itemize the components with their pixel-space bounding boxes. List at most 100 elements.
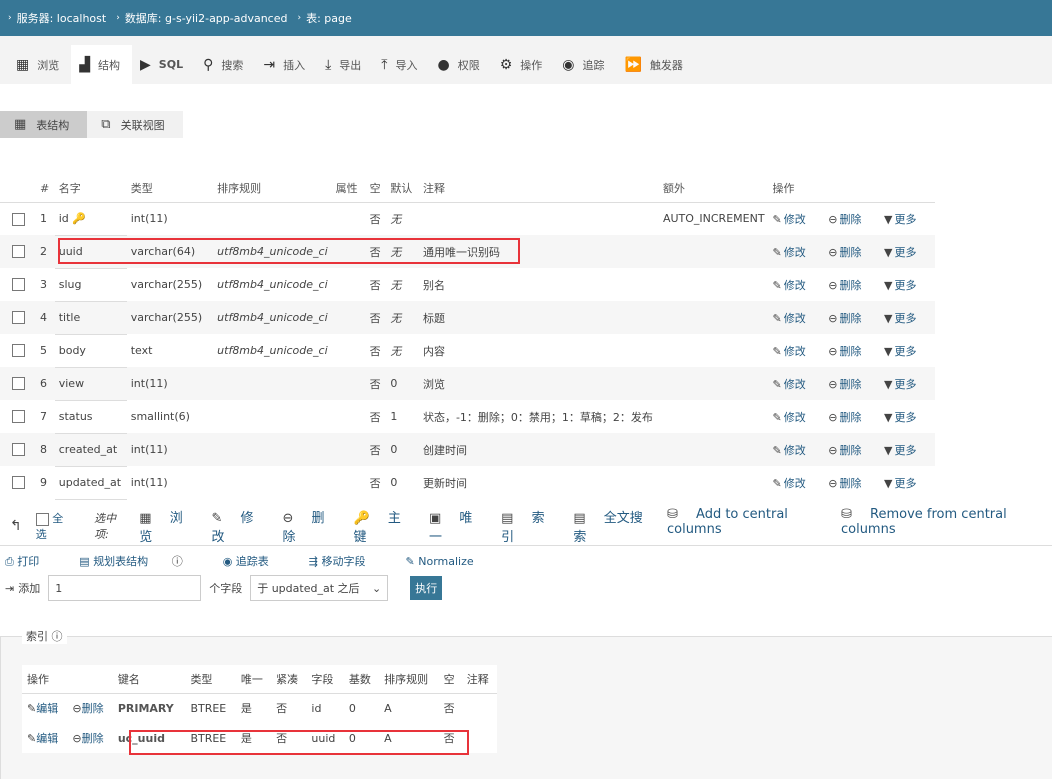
move-columns-button[interactable]: ⇶ 移动字段 [309, 553, 386, 569]
column-header: 排序规则 [213, 175, 332, 203]
go-button[interactable]: 执行 [410, 576, 443, 600]
column-header: 默认 [386, 175, 419, 203]
edit-button[interactable]: ✎ 修改 [773, 444, 806, 457]
row-checkbox[interactable] [12, 278, 25, 292]
table-row: 9 updated_at int(11) 否 0 更新时间 ✎ 修改 ⊖ 删除 ▼ 更… [0, 466, 935, 500]
row-checkbox[interactable] [12, 410, 25, 424]
bulk-action[interactable]: ⛁ Remove from central columns [841, 507, 1038, 545]
pencil-icon: ✎ [772, 410, 782, 424]
bulk-action[interactable]: ⛁ Add to central columns [667, 507, 827, 545]
position-select[interactable]: 于 updated_at 之后 ⌄ [250, 575, 389, 601]
more-button[interactable]: ▼ 更多 [884, 312, 916, 325]
bulk-action[interactable]: 🔑 主键 [354, 507, 415, 545]
breadcrumb-table[interactable]: 表: page [306, 10, 352, 26]
drop-button[interactable]: ⊖ 删除 [828, 312, 861, 325]
edit-index-button[interactable]: ✎编辑 [27, 732, 58, 745]
pencil-icon: ✎ [772, 245, 782, 259]
minus-circle-icon: ⊖ [828, 410, 838, 424]
column-count-input[interactable]: 1 [48, 575, 202, 601]
bulk-action-icon: ⛁ [666, 507, 678, 522]
tab-export[interactable]: ⤓ 导出 [317, 45, 373, 84]
minus-circle-icon: ⊖ [828, 212, 838, 226]
row-checkbox[interactable] [12, 311, 25, 325]
index-row: ✎编辑 ⊖删除 PRIMARY BTREE 是 否 id 0A 否 [27, 701, 455, 716]
breadcrumb-server[interactable]: 服务器: localhost [17, 10, 107, 26]
tab-user[interactable]: ● 权限 [430, 45, 492, 84]
info-icon: ⓘ [171, 555, 183, 568]
breadcrumb-database[interactable]: 数据库: g-s-yii2-app-advanced [125, 10, 288, 26]
drop-button[interactable]: ⊖ 删除 [828, 444, 861, 457]
check-all[interactable]: 全选 [35, 510, 80, 542]
more-button[interactable]: ▼ 更多 [884, 411, 916, 424]
bulk-action[interactable]: ▤ 全文搜索 [573, 507, 653, 545]
edit-button[interactable]: ✎ 修改 [773, 411, 806, 424]
more-button[interactable]: ▼ 更多 [884, 279, 916, 292]
minus-circle-icon: ⊖ [828, 377, 838, 391]
edit-button[interactable]: ✎ 修改 [773, 345, 806, 358]
tab-browse[interactable]: ▦ 浏览 [8, 45, 71, 84]
index-column-header: 紧凑 [271, 665, 307, 694]
tab-trigger[interactable]: ⏩ 触发器 [617, 45, 695, 84]
tab-gear[interactable]: ⚙ 操作 [492, 45, 555, 84]
tab-search[interactable]: ⚲ 搜索 [195, 45, 255, 84]
chevron-right-icon: › [8, 13, 12, 23]
bulk-action[interactable]: ⊖ 删除 [282, 507, 339, 545]
drop-index-button[interactable]: ⊖删除 [72, 732, 103, 745]
drop-button[interactable]: ⊖ 删除 [828, 345, 861, 358]
more-button[interactable]: ▼ 更多 [884, 477, 916, 490]
more-button[interactable]: ▼ 更多 [884, 378, 916, 391]
drop-button[interactable]: ⊖ 删除 [828, 213, 861, 226]
bulk-action[interactable]: ▣ 唯一 [429, 507, 487, 545]
drop-button[interactable]: ⊖ 删除 [828, 279, 861, 292]
caret-down-icon: ▼ [884, 476, 893, 490]
subtab-table-structure[interactable]: ▦ 表结构 [0, 111, 88, 138]
row-checkbox[interactable] [12, 212, 25, 226]
subtab-relation-view[interactable]: ⧉ 关联视图 [87, 111, 183, 138]
bulk-action[interactable]: ▦ 浏览 [139, 507, 197, 545]
tab-import[interactable]: ⤒ 导入 [373, 45, 429, 84]
column-name: id [58, 212, 69, 225]
bulk-action[interactable]: ✎ 修改 [211, 507, 268, 545]
more-button[interactable]: ▼ 更多 [884, 213, 916, 226]
edit-button[interactable]: ✎ 修改 [773, 477, 806, 490]
bulk-action[interactable]: ▤ 索引 [501, 507, 559, 545]
drop-button[interactable]: ⊖ 删除 [828, 246, 861, 259]
drop-button[interactable]: ⊖ 删除 [828, 411, 861, 424]
edit-button[interactable]: ✎ 修改 [773, 213, 806, 226]
tab-sql[interactable]: ▶ SQL [132, 45, 195, 84]
caret-down-icon: ▼ [884, 212, 893, 226]
tab-insert[interactable]: ⇥ 插入 [255, 45, 317, 84]
drop-button[interactable]: ⊖ 删除 [828, 477, 861, 490]
table-row: 7 status smallint(6) 否 1 状态，-1：删除；0：禁用；1… [0, 400, 935, 434]
edit-index-button[interactable]: ✎编辑 [27, 702, 58, 715]
tools-row: ⎙ 打印 ▤ 规划表结构 ⓘ ◉ 追踪表 ⇶ 移动字段 ✎ Normalize [5, 552, 514, 570]
print-button[interactable]: ⎙ 打印 [5, 553, 59, 569]
index-column-header: 键名 [112, 665, 186, 694]
index-column-header [67, 665, 113, 694]
drop-button[interactable]: ⊖ 删除 [828, 378, 861, 391]
row-checkbox[interactable] [12, 476, 25, 490]
column-name: status [58, 410, 93, 423]
edit-button[interactable]: ✎ 修改 [773, 246, 806, 259]
row-checkbox[interactable] [12, 443, 25, 457]
structure-icon: ▟ [79, 56, 91, 73]
edit-button[interactable]: ✎ 修改 [773, 312, 806, 325]
row-checkbox[interactable] [12, 377, 25, 391]
edit-button[interactable]: ✎ 修改 [773, 279, 806, 292]
normalize-button[interactable]: ✎ Normalize [406, 555, 494, 568]
tab-structure[interactable]: ▟ 结构 [71, 45, 133, 84]
search-icon: ⚲ [203, 56, 214, 73]
more-button[interactable]: ▼ 更多 [884, 246, 916, 259]
table-row: 4 title varchar(255) utf8mb4_unicode_ci … [0, 301, 935, 335]
row-checkbox[interactable] [12, 344, 25, 358]
more-button[interactable]: ▼ 更多 [884, 444, 916, 457]
edit-button[interactable]: ✎ 修改 [773, 378, 806, 391]
propose-structure-button[interactable]: ▤ 规划表结构 ⓘ [79, 553, 202, 569]
drop-index-button[interactable]: ⊖删除 [72, 702, 103, 715]
gear-icon: ⚙ [499, 56, 513, 73]
more-button[interactable]: ▼ 更多 [884, 345, 916, 358]
track-table-button[interactable]: ◉ 追踪表 [223, 553, 289, 569]
row-checkbox[interactable] [12, 245, 25, 259]
tab-eye[interactable]: ◉ 追踪 [554, 45, 616, 84]
column-name: body [58, 344, 86, 357]
